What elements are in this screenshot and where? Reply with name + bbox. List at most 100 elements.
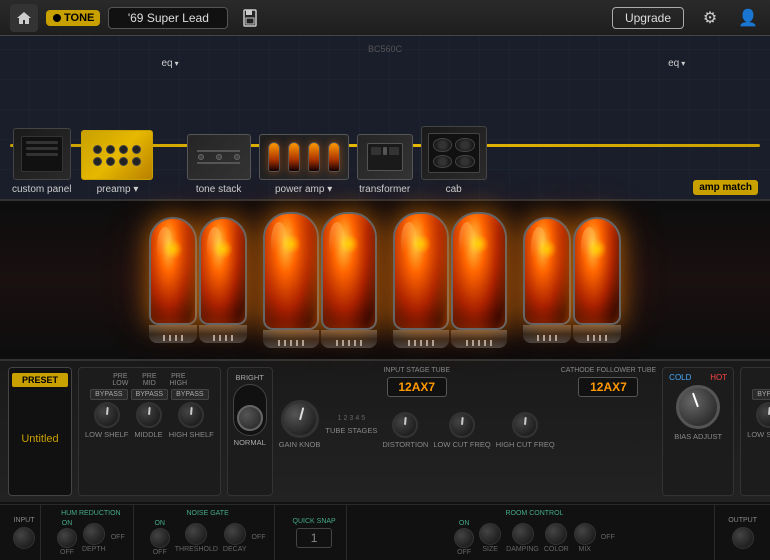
save-button[interactable]: [236, 4, 264, 32]
input-tube-title: INPUT STAGE TUBE: [383, 367, 450, 374]
input-module: INPUT: [8, 505, 41, 560]
signal-chain-transformer[interactable]: transformer: [357, 134, 413, 195]
tone-stack-label: tone stack: [196, 184, 242, 195]
tube-1: [149, 217, 197, 343]
preset-name[interactable]: '69 Super Lead: [108, 7, 228, 29]
bottom-section: INPUT HUM REDUCTION ON OFF DEPTH OFF NOI…: [0, 504, 770, 560]
eq-left-label[interactable]: eq ▾: [161, 58, 178, 69]
room-on-label: ON: [459, 520, 470, 527]
high-cut-knob[interactable]: [512, 412, 538, 438]
distortion-knob[interactable]: [392, 412, 418, 438]
user-button[interactable]: 👤: [736, 6, 760, 30]
power-tube-2: [321, 212, 377, 348]
pre-mid-bypass[interactable]: BYPASS: [131, 389, 169, 400]
hum-depth-knob[interactable]: [83, 523, 105, 545]
signal-chain-amp-match[interactable]: amp match: [693, 180, 758, 195]
power-tube-1: [263, 212, 319, 348]
power-tube-3: [393, 212, 449, 348]
right-shelf-block: POST LOW POST MID POST HIGH BYPASS BYPAS…: [740, 367, 770, 496]
distortion-knob-col: DISTORTION: [382, 412, 428, 449]
signal-chain-eq-right[interactable]: eq ▾: [668, 58, 685, 69]
size-label: SIZE: [482, 546, 498, 553]
normal-label: NORMAL: [234, 438, 266, 447]
settings-button[interactable]: ⚙: [698, 6, 722, 30]
amp-match-label[interactable]: amp match: [693, 180, 758, 195]
size-knob[interactable]: [479, 523, 501, 545]
low-cut-knob[interactable]: [449, 412, 475, 438]
hum-depth-label: DEPTH: [82, 546, 106, 553]
circuit-chip-label: BC560C: [368, 44, 402, 54]
threshold-label: THRESHOLD: [175, 546, 218, 553]
power-tube-pair-right: [393, 212, 507, 348]
quick-snap-value[interactable]: 1: [296, 528, 333, 548]
bias-adjust-knob[interactable]: [676, 385, 720, 429]
hum-on-knob[interactable]: [57, 528, 77, 548]
tube-stages-label: TUBE STAGES: [325, 426, 377, 435]
decay-label: DECAY: [223, 546, 247, 553]
threshold-knob[interactable]: [185, 523, 207, 545]
tube-5: [523, 217, 571, 343]
mix-knob[interactable]: [574, 523, 596, 545]
input-tube-section: INPUT STAGE TUBE 12AX7 GAIN KNOB 1 2 3 4…: [279, 367, 555, 496]
cathode-tube-section: CATHODE FOLLOWER TUBE 12AX7: [561, 367, 656, 496]
low-cut-knob-col: LOW CUT FREQ: [433, 412, 490, 449]
room-on-knob[interactable]: [454, 528, 474, 548]
high-cut-knob-col: HIGH CUT FREQ: [496, 412, 555, 449]
hum-off2-label: OFF: [111, 534, 125, 541]
input-tube-display[interactable]: 12AX7: [387, 377, 447, 397]
output-knob[interactable]: [732, 527, 754, 549]
damping-knob[interactable]: [512, 523, 534, 545]
middle-knob[interactable]: [136, 402, 162, 428]
signal-chain-eq-left[interactable]: eq ▾: [161, 58, 178, 69]
ng-on-knob[interactable]: [150, 528, 170, 548]
preamp-label[interactable]: preamp ▾: [97, 184, 139, 195]
high-shelf-label-left: HIGH SHELF: [169, 430, 214, 439]
preamp-tube-pair-left: [149, 217, 247, 343]
pre-low-bypass[interactable]: BYPASS: [90, 389, 128, 400]
post-low-bypass[interactable]: BYPASS: [752, 389, 770, 400]
signal-chain-preamp[interactable]: preamp ▾: [81, 130, 153, 195]
home-button[interactable]: [10, 4, 38, 32]
bias-block: COLD HOT BIAS ADJUST: [662, 367, 734, 496]
gain-knob[interactable]: [281, 400, 319, 438]
top-bar-left: '69 Super Lead TONE '69 Super Lead: [10, 4, 264, 32]
ng-off2-label: OFF: [252, 534, 266, 541]
room-control-module: ROOM CONTROL ON OFF SIZE DAMPING COLOR: [355, 505, 716, 560]
signal-chain-tone-stack[interactable]: tone stack: [187, 134, 251, 195]
hot-label: HOT: [710, 373, 727, 382]
post-low-shelf-knob[interactable]: [756, 402, 770, 428]
decay-knob[interactable]: [224, 523, 246, 545]
signal-chain-custom-panel[interactable]: custom panel: [12, 128, 71, 195]
middle-label: MIDDLE: [134, 430, 162, 439]
controls-section: PRESET Untitled PRE LOW PRE MID PRE HIGH…: [0, 361, 770, 504]
high-shelf-knob-left[interactable]: [178, 402, 204, 428]
room-off-label: OFF: [457, 549, 471, 556]
low-shelf-knob[interactable]: [94, 402, 120, 428]
cathode-tube-title: CATHODE FOLLOWER TUBE: [561, 367, 656, 374]
gain-knob-col: GAIN KNOB: [279, 400, 321, 449]
low-cut-label: LOW CUT FREQ: [433, 440, 490, 449]
color-knob[interactable]: [545, 523, 567, 545]
pre-high-title: PRE HIGH: [165, 373, 191, 387]
hum-on-label: ON: [62, 520, 73, 527]
preset-button[interactable]: PRESET: [12, 373, 68, 387]
tube-2: [199, 217, 247, 343]
input-label: INPUT: [14, 517, 35, 524]
upgrade-button[interactable]: Upgrade: [612, 7, 684, 29]
post-low-shelf-label: LOW SHELF: [747, 430, 770, 439]
signal-chain: custom panel preamp ▾: [0, 36, 770, 201]
color-label: COLOR: [544, 546, 569, 553]
power-amp-label[interactable]: power amp ▾: [275, 184, 332, 195]
bright-label: BRIGHT: [236, 373, 264, 382]
pre-high-bypass[interactable]: BYPASS: [171, 389, 209, 400]
bright-toggle[interactable]: [233, 384, 267, 436]
signal-chain-power-amp[interactable]: power amp ▾: [259, 134, 349, 195]
bias-adjust-label: BIAS ADJUST: [674, 432, 722, 441]
eq-right-label[interactable]: eq ▾: [668, 58, 685, 69]
cathode-tube-display[interactable]: 12AX7: [578, 377, 638, 397]
input-knob[interactable]: [13, 527, 35, 549]
signal-chain-cab[interactable]: cab: [421, 126, 487, 195]
transformer-label: transformer: [359, 184, 410, 195]
gain-knob-label: GAIN KNOB: [279, 440, 321, 449]
distortion-label: DISTORTION: [382, 440, 428, 449]
